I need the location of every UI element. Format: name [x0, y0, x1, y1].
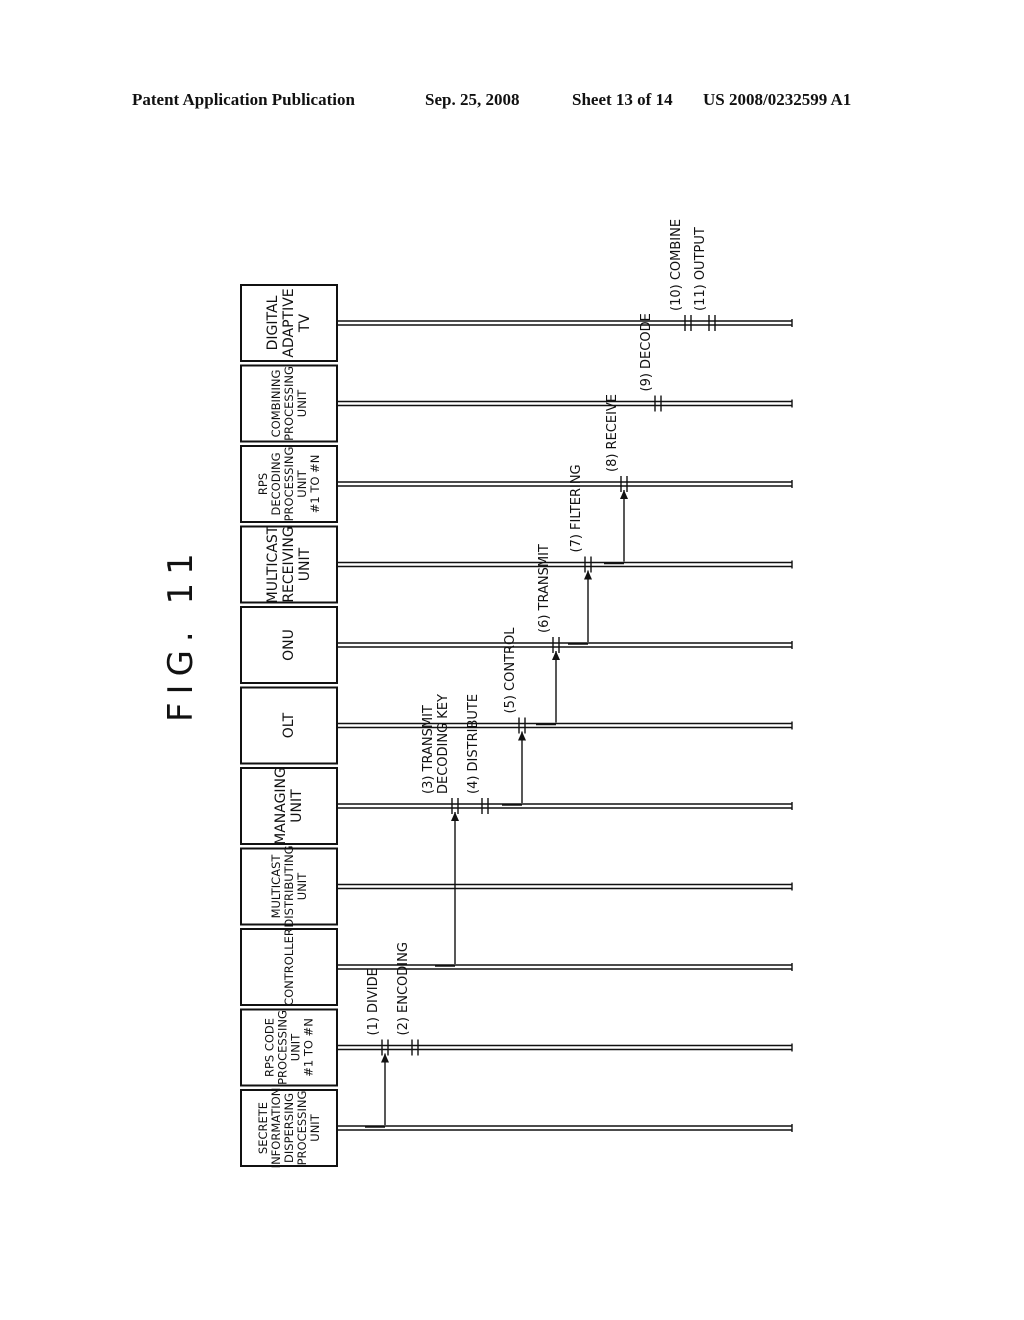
participants-group: SECRETEINFORMATIONDISPERSINGPROCESSINGUN…: [240, 284, 338, 1168]
lifeline-olt: [337, 721, 793, 730]
message-label: (10) COMBINE: [669, 219, 684, 311]
participant-olt: OLT: [240, 686, 338, 765]
message-step-9: (9) DECODE: [639, 313, 662, 412]
message-step-2: (2) ENCODING: [396, 942, 419, 1056]
message-label: (6) TRANSMIT: [537, 544, 552, 633]
participant-sidp: SECRETEINFORMATIONDISPERSINGPROCESSINGUN…: [240, 1088, 338, 1168]
lifeline-mgr: [337, 802, 793, 810]
message-step-10: (10) COMBINE: [669, 219, 692, 331]
lifeline-datv: [337, 319, 793, 327]
lifeline-sidp: [337, 1124, 793, 1132]
message-label: (3) TRANSMITDECODING KEY: [421, 694, 451, 794]
message-step-1: (1) DIVIDE: [365, 968, 389, 1128]
participant-ctrl: CONTROLLER: [240, 928, 338, 1006]
participant-rpsd: RPSDECODINGPROCESSINGUNIT#1 TO #N: [240, 445, 338, 523]
participant-mcr: MULTICASTRECEIVINGUNIT: [240, 525, 338, 604]
lifeline-mcr: [337, 560, 793, 569]
figure-title: FIG. 11: [161, 545, 201, 722]
message-label: (8) RECEIVE: [605, 394, 620, 472]
participant-label: OLT: [281, 712, 297, 738]
participant-comb: COMBININGPROCESSINGUNIT: [240, 364, 338, 443]
message-label: (1) DIVIDE: [366, 968, 381, 1035]
participant-mgr: MANAGINGUNIT: [240, 767, 338, 845]
message-step-4: (4) DISTRIBUTE: [466, 694, 489, 814]
message-step-5: (5) CONTROL: [502, 627, 526, 806]
message-step-6: (6) TRANSMIT: [536, 544, 560, 726]
lifeline-mcd: [337, 882, 793, 891]
message-label: (11) OUTPUT: [693, 227, 708, 311]
lifeline-rpsc: [337, 1043, 793, 1052]
lifeline-comb: [337, 399, 793, 408]
message-label: (2) ENCODING: [396, 942, 411, 1035]
participant-label: RPS CODEPROCESSINGUNIT#1 TO #N: [263, 1010, 316, 1085]
sequence-diagram: FIG. 11 SECRETEINFORMATIONDISPERSINGPROC…: [161, 219, 793, 1168]
message-label: (7) FILTERING: [569, 464, 584, 552]
participant-label: CONTROLLER: [282, 928, 296, 1006]
lifeline-onu: [337, 641, 793, 649]
participant-label: ONU: [281, 629, 297, 661]
message-step-11: (11) OUTPUT: [693, 227, 716, 331]
participant-onu: ONU: [240, 606, 338, 684]
message-step-7: (7) FILTERING: [568, 464, 592, 645]
message-label: (4) DISTRIBUTE: [466, 694, 481, 794]
message-step-8: (8) RECEIVE: [604, 394, 628, 565]
message-label: (5) CONTROL: [503, 627, 518, 714]
messages-group: (1) DIVIDE (2) ENCODING (3) TRANSMITDECODI…: [365, 219, 716, 1128]
participant-mcd: MULTICASTDISTRIBUTINGUNIT: [240, 845, 338, 928]
lifeline-rpsd: [337, 480, 793, 488]
participant-datv: DIGITALADAPTIVETV: [240, 284, 338, 362]
participant-rpsc: RPS CODEPROCESSINGUNIT#1 TO #N: [240, 1008, 338, 1087]
message-label: (9) DECODE: [639, 313, 654, 391]
message-step-3: (3) TRANSMITDECODING KEY: [421, 694, 459, 967]
